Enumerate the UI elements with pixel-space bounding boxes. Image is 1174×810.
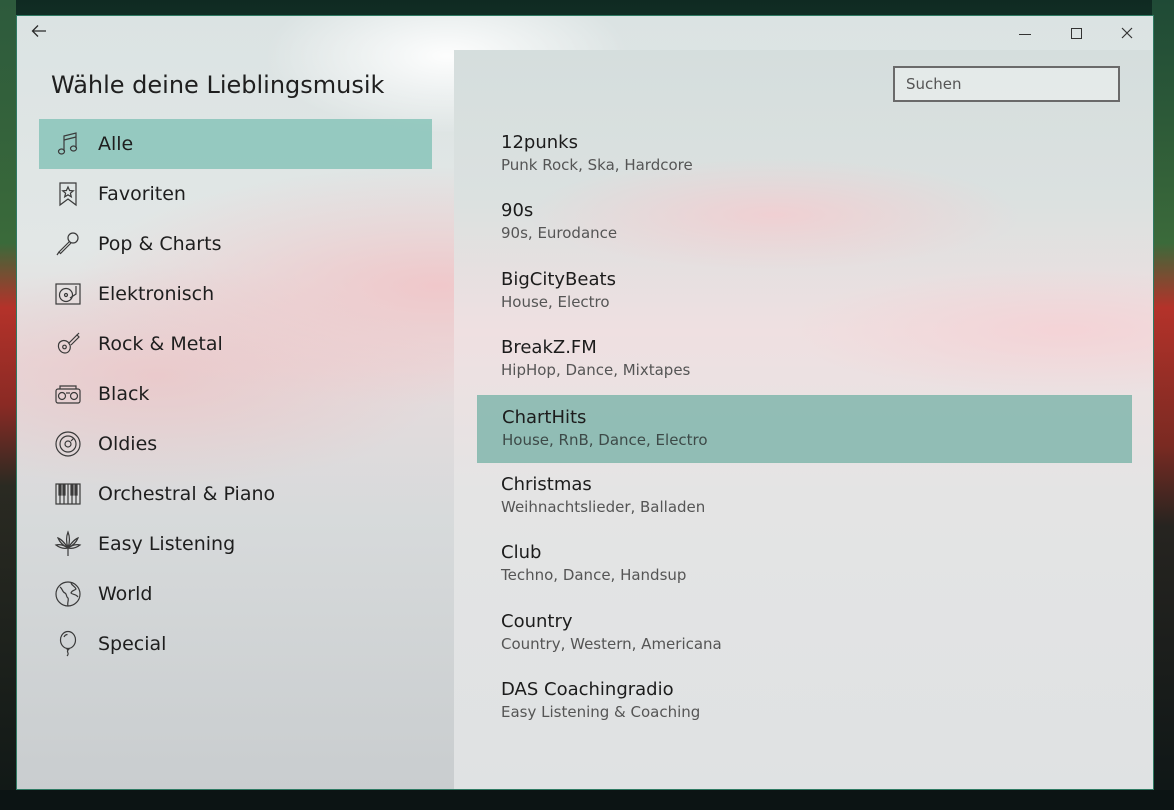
sidebar-item-label: Rock & Metal: [98, 333, 223, 355]
station-name: Country: [501, 610, 573, 632]
desktop-background-bottom: [0, 790, 1174, 810]
station-name: BigCityBeats: [501, 268, 616, 290]
sidebar-item-label: Oldies: [98, 433, 158, 455]
station-genres: Easy Listening & Coaching: [501, 703, 701, 722]
station-item-das-coachingradio[interactable]: DAS Coachingradio Easy Listening & Coach…: [477, 668, 1132, 736]
vinyl-record-icon: [51, 427, 85, 461]
desktop-background-right: [1152, 0, 1174, 810]
station-name: Club: [501, 542, 542, 564]
globe-icon: [51, 577, 85, 611]
station-item-90s[interactable]: 90s 90s, Eurodance: [477, 189, 1132, 257]
station-name: 90s: [501, 200, 534, 222]
sidebar-item-special[interactable]: Special: [39, 619, 432, 669]
station-item-bigcitybeats[interactable]: BigCityBeats House, Electro: [477, 258, 1132, 326]
station-genres: Country, Western, Americana: [501, 634, 722, 653]
station-item-charthits[interactable]: ChartHits House, RnB, Dance, Electro: [477, 394, 1132, 463]
sidebar-item-label: World: [98, 583, 153, 605]
boombox-icon: [51, 377, 85, 411]
sidebar-item-label: Black: [98, 383, 150, 405]
station-genres: House, RnB, Dance, Electro: [502, 430, 708, 449]
sidebar-item-rock-metal[interactable]: Rock & Metal: [39, 319, 432, 369]
close-icon: [1121, 27, 1133, 39]
station-item-club[interactable]: Club Techno, Dance, Handsup: [477, 531, 1132, 599]
close-button[interactable]: [1104, 19, 1150, 47]
sidebar-item-alle[interactable]: Alle: [39, 119, 432, 169]
station-item-christmas[interactable]: Christmas Weihnachtslieder, Balladen: [477, 463, 1132, 531]
star-bookmark-icon: [51, 177, 85, 211]
desktop-background-left: [0, 0, 16, 810]
leaf-icon: [51, 527, 85, 561]
sidebar-item-world[interactable]: World: [39, 569, 432, 619]
music-note-icon: [51, 127, 85, 161]
station-item-country[interactable]: Country Country, Western, Americana: [477, 600, 1132, 668]
station-name: Christmas: [501, 473, 592, 495]
minimize-icon: [1019, 33, 1031, 35]
station-item-breakz-fm[interactable]: BreakZ.FM HipHop, Dance, Mixtapes: [477, 326, 1132, 394]
station-genres: Techno, Dance, Handsup: [501, 566, 687, 585]
sidebar-item-label: Favoriten: [98, 183, 186, 205]
category-nav: Alle Favoriten Pop & Charts Elektronisch…: [39, 119, 432, 669]
piano-keys-icon: [51, 477, 85, 511]
sidebar-item-label: Orchestral & Piano: [98, 483, 276, 505]
sidebar-item-pop-charts[interactable]: Pop & Charts: [39, 219, 432, 269]
maximize-icon: [1070, 27, 1082, 39]
station-name: ChartHits: [502, 406, 587, 428]
arrow-left-icon: [31, 25, 46, 37]
balloon-icon: [51, 627, 85, 661]
station-genres: Weihnachtslieder, Balladen: [501, 497, 706, 516]
page-title: Wähle deine Lieblingsmusik: [51, 71, 385, 99]
sidebar-item-orchestral-piano[interactable]: Orchestral & Piano: [39, 469, 432, 519]
station-genres: HipHop, Dance, Mixtapes: [501, 361, 691, 380]
station-list: 12punks Punk Rock, Ska, Hardcore 90s 90s…: [477, 121, 1132, 737]
station-genres: Punk Rock, Ska, Hardcore: [501, 156, 693, 174]
sidebar-item-label: Special: [98, 633, 167, 655]
station-genres: 90s, Eurodance: [501, 224, 618, 243]
microphone-icon: [51, 227, 85, 261]
sidebar-item-label: Alle: [98, 133, 134, 155]
sidebar-item-favoriten[interactable]: Favoriten: [39, 169, 432, 219]
sidebar-item-oldies[interactable]: Oldies: [39, 419, 432, 469]
search-input[interactable]: [893, 66, 1120, 102]
station-item-12punks[interactable]: 12punks Punk Rock, Ska, Hardcore: [477, 121, 1132, 189]
station-name: DAS Coachingradio: [501, 679, 674, 701]
guitar-icon: [51, 327, 85, 361]
maximize-button[interactable]: [1053, 19, 1099, 47]
sidebar-item-black[interactable]: Black: [39, 369, 432, 419]
app-window: Wähle deine Lieblingsmusik Alle Favorite…: [16, 15, 1154, 790]
minimize-button[interactable]: [1002, 19, 1048, 47]
turntable-icon: [51, 277, 85, 311]
sidebar-item-elektronisch[interactable]: Elektronisch: [39, 269, 432, 319]
sidebar-item-label: Pop & Charts: [98, 233, 222, 255]
station-name: BreakZ.FM: [501, 337, 597, 359]
station-name: 12punks: [501, 132, 578, 153]
sidebar-item-label: Elektronisch: [98, 283, 215, 305]
sidebar-item-easy-listening[interactable]: Easy Listening: [39, 519, 432, 569]
station-genres: House, Electro: [501, 292, 610, 311]
back-button[interactable]: [31, 24, 59, 44]
sidebar-item-label: Easy Listening: [98, 533, 236, 555]
